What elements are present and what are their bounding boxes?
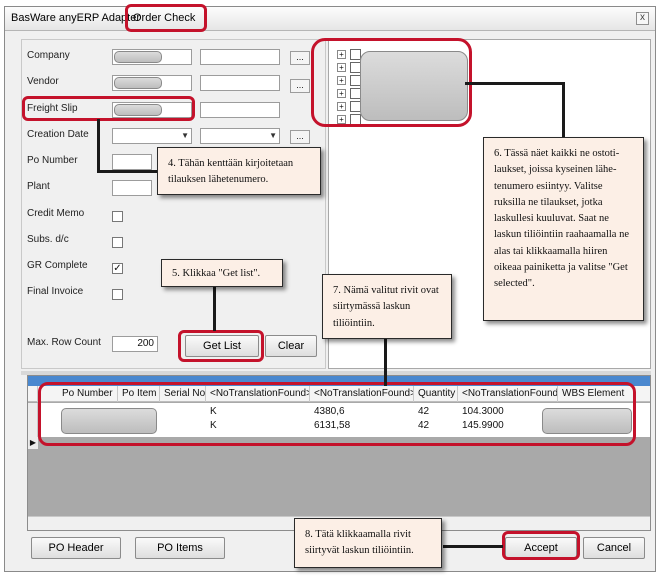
redacted-vendor-value [114, 77, 162, 89]
max-row-count-field[interactable]: 200 [112, 336, 158, 352]
max-row-count-label: Max. Row Count [27, 337, 101, 348]
freight-slip-extra-field[interactable] [200, 102, 280, 118]
clear-button[interactable]: Clear [265, 335, 317, 357]
credit-memo-label: Credit Memo [27, 208, 85, 219]
callout-note-5: 5. Klikkaa "Get list". [161, 259, 283, 287]
vendor-name-field[interactable] [200, 75, 280, 91]
company-name-field[interactable] [200, 49, 280, 65]
creation-date-to[interactable]: ▼ [200, 128, 280, 144]
callout-line-4 [97, 119, 100, 172]
tab-basware-adapter[interactable]: BasWare anyERP Adapter [11, 12, 140, 24]
callout-line-8 [443, 545, 503, 548]
gr-complete-checkbox[interactable]: ✓ [112, 263, 123, 274]
redacted-company-value [114, 51, 162, 63]
callout-note-8: 8. Tätä klikkaamalla rivit siirtyvät las… [294, 518, 442, 568]
plant-label: Plant [27, 181, 50, 192]
credit-memo-checkbox[interactable] [112, 211, 123, 222]
callout-line-6 [465, 82, 565, 85]
company-label: Company [27, 50, 70, 61]
final-invoice-checkbox[interactable] [112, 289, 123, 300]
gr-complete-label: GR Complete [27, 260, 88, 271]
highlight-accept [502, 531, 580, 560]
callout-line-4b [97, 170, 157, 173]
subs-label: Subs. d/c [27, 234, 69, 245]
vendor-lookup-button[interactable]: ... [290, 79, 310, 93]
callout-note-6: 6. Tässä näet kaikki ne ostoti-laukset, … [483, 137, 644, 321]
callout-line-6b [562, 82, 565, 137]
po-header-button[interactable]: PO Header [31, 537, 121, 559]
highlight-grid-rows [38, 382, 636, 446]
highlight-freight-slip [22, 96, 195, 121]
company-lookup-button[interactable]: ... [290, 51, 310, 65]
callout-note-4: 4. Tähän kenttään kirjoitetaan tilauksen… [157, 147, 321, 195]
final-invoice-label: Final Invoice [27, 286, 84, 297]
dropdown-arrow-icon: ▼ [181, 131, 189, 140]
po-number-field[interactable] [112, 154, 152, 170]
subs-checkbox[interactable] [112, 237, 123, 248]
creation-date-from[interactable]: ▼ [112, 128, 192, 144]
close-icon[interactable]: x [636, 12, 649, 25]
highlight-po-tree [311, 38, 472, 127]
dropdown-arrow-icon: ▼ [269, 131, 277, 140]
cancel-button[interactable]: Cancel [583, 537, 645, 559]
creation-date-label: Creation Date [27, 129, 89, 140]
row-pointer-icon: ▶ [28, 437, 38, 449]
callout-note-7: 7. Nämä valitut rivit ovat siirtymässä l… [322, 274, 452, 339]
highlight-get-list [178, 330, 264, 362]
plant-field[interactable] [112, 180, 152, 196]
row-headers [28, 403, 38, 437]
po-items-button[interactable]: PO Items [135, 537, 225, 559]
creation-date-button[interactable]: ... [290, 130, 310, 144]
po-number-label: Po Number [27, 155, 78, 166]
highlight-order-check-tab [125, 4, 207, 32]
row-header-corner [28, 386, 38, 402]
vendor-label: Vendor [27, 76, 59, 87]
callout-line-7 [384, 338, 387, 386]
callout-line-5 [213, 285, 216, 331]
title-bar: BasWare anyERP Adapter Order Check x [5, 7, 655, 31]
